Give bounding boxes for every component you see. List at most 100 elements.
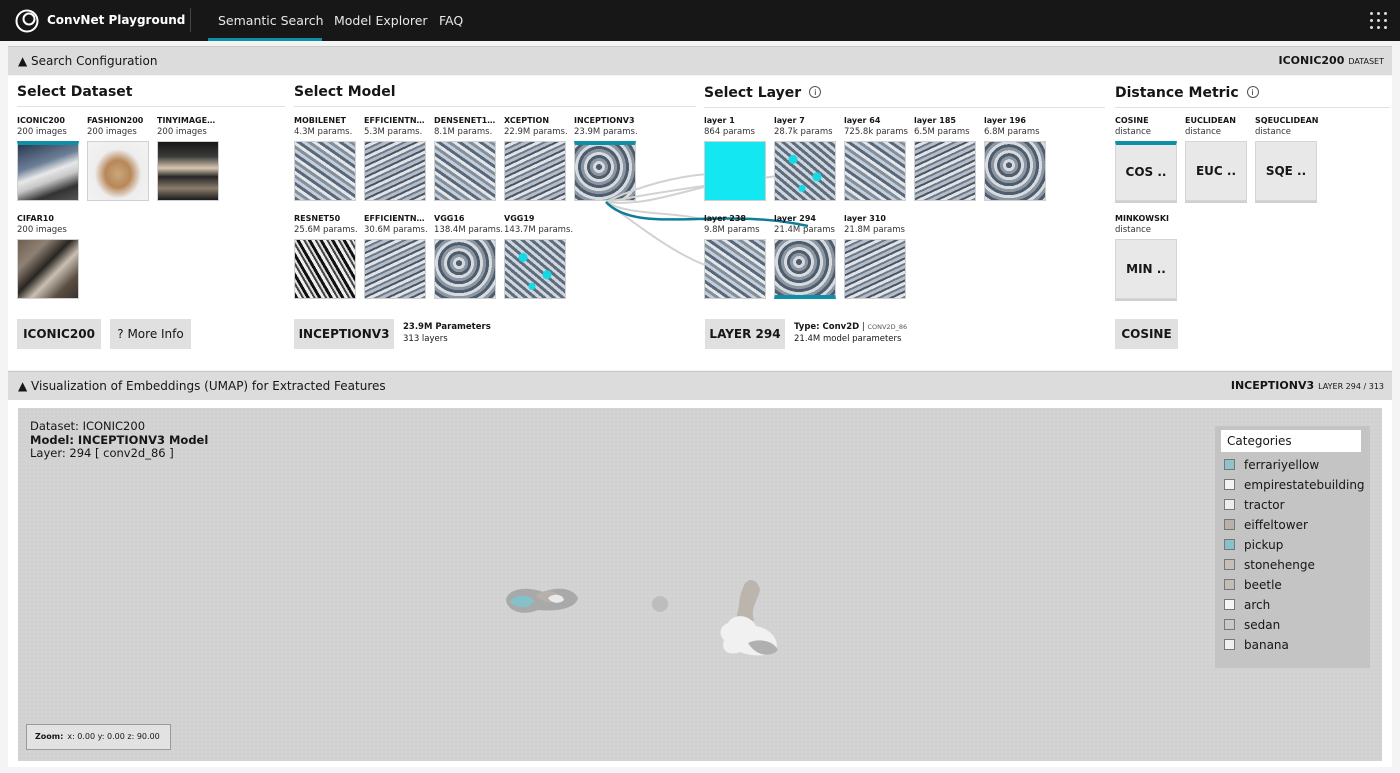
legend-item-banana[interactable]: banana [1224, 638, 1289, 652]
dataset-tile-iconic200[interactable]: ICONIC200 200 images [17, 116, 81, 201]
model-tile-mobilenet[interactable]: MOBILENET 4.3M params. [294, 116, 358, 201]
visualization-panel: Dataset: ICONIC200 Model: INCEPTIONV3 Mo… [8, 400, 1392, 767]
top-navbar: ConvNet Playground Semantic Search Model… [0, 0, 1400, 41]
legend-item-arch[interactable]: arch [1224, 598, 1270, 612]
search-configuration-title[interactable]: ▲ Search Configuration [18, 54, 157, 68]
search-configuration-bar[interactable]: ▲ Search Configuration ICONIC200 DATASET [8, 46, 1392, 75]
layer-info-icon[interactable]: i [809, 86, 822, 98]
dataset-divider [17, 106, 285, 107]
layer-tile-196[interactable]: layer 196 6.8M params [984, 116, 1048, 201]
dataset-tile-tinyimagenet[interactable]: TINYIMAGENET 200 images [157, 116, 221, 201]
categories-legend: Categories ferrariyellow empirestatebuil… [1215, 426, 1370, 668]
selected-layer-button[interactable]: LAYER 294 [705, 319, 785, 349]
model-thumbnail [434, 239, 496, 299]
layer-tile-1[interactable]: layer 1 864 params [704, 116, 768, 201]
tab-faq[interactable]: FAQ [439, 13, 463, 28]
layer-thumbnail [844, 239, 906, 299]
visualization-bar[interactable]: ▲ Visualization of Embeddings (UMAP) for… [8, 371, 1392, 400]
layer-thumbnail [704, 239, 766, 299]
legend-item-pickup[interactable]: pickup [1224, 538, 1283, 552]
config-dataset-label: ICONIC200 DATASET [1278, 54, 1385, 67]
convnet-logo-icon [15, 9, 39, 33]
metric-thumbnail: COS .. [1115, 141, 1177, 201]
model-thumbnail [294, 141, 356, 201]
model-thumbnail [434, 141, 496, 201]
metric-tile-minkowski[interactable]: MINKOWSKI distance MIN .. [1115, 214, 1179, 299]
dataset-thumbnail [17, 239, 79, 299]
legend-item-tractor[interactable]: tractor [1224, 498, 1285, 512]
metric-tile-cosine[interactable]: COSINE distance COS .. [1115, 116, 1179, 201]
tab-model-explorer[interactable]: Model Explorer [334, 13, 428, 28]
search-configuration-panel: Select Dataset ICONIC200 200 images FASH… [8, 76, 1392, 370]
layer-thumbnail [704, 141, 766, 201]
model-heading: Select Model [294, 84, 396, 100]
viz-model-label: INCEPTIONV3 LAYER 294 / 313 [1230, 379, 1384, 392]
dataset-tile-fashion200[interactable]: FASHION200 200 images [87, 116, 151, 201]
metric-tile-euclidean[interactable]: EUCLIDEAN distance EUC .. [1185, 116, 1249, 201]
embedding-clusters [506, 579, 778, 656]
model-tile-vgg19[interactable]: VGG19 143.7M params. [504, 214, 573, 299]
metric-thumbnail: MIN .. [1115, 239, 1177, 299]
layer-thumbnail [844, 141, 906, 201]
layer-tile-294[interactable]: layer 294 21.4M params [774, 214, 838, 299]
model-thumbnail [294, 239, 356, 299]
tab-semantic-search[interactable]: Semantic Search [218, 13, 324, 28]
layer-tile-7[interactable]: layer 7 28.7k params [774, 116, 838, 201]
legend-item-sedan[interactable]: sedan [1224, 618, 1280, 632]
viz-layer-line: Layer: 294 [ conv2d_86 ] [30, 446, 174, 460]
layer-divider [704, 107, 1105, 108]
more-info-button[interactable]: ? More Info [110, 319, 191, 349]
model-tile-efficientnet-b4[interactable]: EFFICIENTNE .. 30.6M params. [364, 214, 428, 299]
viz-dataset-line: Dataset: ICONIC200 [30, 419, 146, 433]
metric-heading: Distance Metric i [1115, 85, 1259, 101]
metric-thumbnail: EUC .. [1185, 141, 1247, 201]
layer-thumbnail [984, 141, 1046, 201]
model-thumbnail [504, 141, 566, 201]
layer-tile-64[interactable]: layer 64 725.8k params [844, 116, 908, 201]
metric-divider [1115, 107, 1390, 108]
legend-item-eiffeltower[interactable]: eiffeltower [1224, 518, 1308, 532]
layer-thumbnail [914, 141, 976, 201]
selected-model-button[interactable]: INCEPTIONV3 [294, 319, 394, 349]
layer-heading: Select Layer i [704, 85, 822, 101]
dataset-thumbnail [157, 141, 219, 201]
dataset-heading: Select Dataset [17, 84, 133, 100]
layer-thumbnail [774, 141, 836, 201]
model-thumbnail [504, 239, 566, 299]
model-tile-efficientnet-b0[interactable]: EFFICIENTNE .. 5.3M params. [364, 116, 428, 201]
legend-item-stonehenge[interactable]: stonehenge [1224, 558, 1315, 572]
app-switcher-icon[interactable] [1370, 12, 1388, 30]
layer-tile-310[interactable]: layer 310 21.8M params [844, 214, 908, 299]
legend-item-ferrariyellow[interactable]: ferrariyellow [1224, 458, 1319, 472]
metric-tile-sqeuclidean[interactable]: SQEUCLIDEAN distance SQE .. [1255, 116, 1319, 201]
model-thumbnail [364, 239, 426, 299]
visualization-title[interactable]: ▲ Visualization of Embeddings (UMAP) for… [18, 379, 386, 393]
model-tile-vgg16[interactable]: VGG16 138.4M params. [434, 214, 503, 299]
layer-tile-238[interactable]: layer 238 9.8M params [704, 214, 768, 299]
legend-item-beetle[interactable]: beetle [1224, 578, 1282, 592]
layer-summary: Type: Conv2D | CONV2D_86 21.4M model para… [794, 322, 908, 344]
active-tab-indicator [208, 38, 322, 41]
selected-metric-button[interactable]: COSINE [1115, 319, 1178, 349]
umap-canvas[interactable]: Dataset: ICONIC200 Model: INCEPTIONV3 Mo… [18, 408, 1382, 761]
viz-model-line: Model: INCEPTIONV3 Model [30, 432, 209, 447]
metric-thumbnail: SQE .. [1255, 141, 1317, 201]
dataset-thumbnail [17, 141, 79, 201]
layer-thumbnail [774, 239, 836, 299]
model-tile-xception[interactable]: XCEPTION 22.9M params. [504, 116, 568, 201]
model-thumbnail [364, 141, 426, 201]
viz-info: Dataset: ICONIC200 Model: INCEPTIONV3 Mo… [30, 419, 209, 461]
dataset-tile-cifar10[interactable]: CIFAR10 200 images [17, 214, 81, 299]
legend-item-empirestatebuilding[interactable]: empirestatebuilding [1224, 478, 1365, 492]
model-tile-densenet121[interactable]: DENSENET121 8.1M params. [434, 116, 498, 201]
layer-tile-185[interactable]: layer 185 6.5M params [914, 116, 978, 201]
model-divider [294, 106, 696, 107]
zoom-readout: Zoom: x: 0.00 y: 0.00 z: 90.00 [26, 724, 171, 750]
metric-info-icon[interactable]: i [1246, 86, 1259, 98]
model-summary: 23.9M Parameters 313 layers [403, 322, 491, 344]
dataset-thumbnail [87, 141, 149, 201]
nav-divider [190, 8, 191, 32]
legend-title: Categories [1221, 430, 1361, 452]
model-tile-resnet50[interactable]: RESNET50 25.6M params. [294, 214, 358, 299]
selected-dataset-button[interactable]: ICONIC200 [17, 319, 101, 349]
